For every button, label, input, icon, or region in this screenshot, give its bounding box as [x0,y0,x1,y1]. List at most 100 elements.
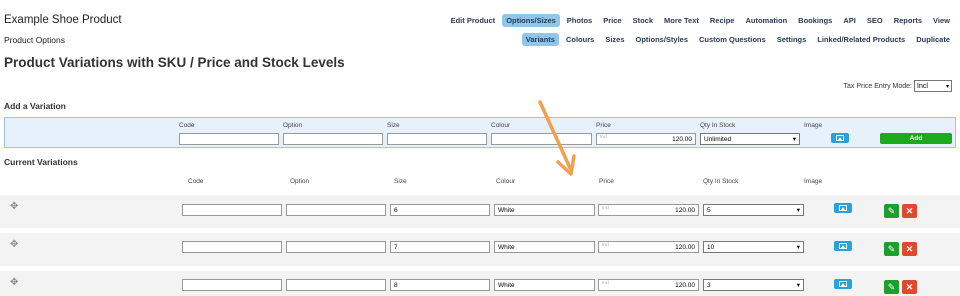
image-icon [836,135,844,141]
code-input[interactable] [182,204,282,216]
product-title: Example Shoe Product [4,14,122,26]
tab-sizes[interactable]: Sizes [601,33,628,46]
tab-view[interactable]: View [929,14,954,27]
price-value: 120.00 [675,206,695,214]
tab-colours[interactable]: Colours [562,33,598,46]
image-button[interactable] [834,241,852,251]
move-icon[interactable]: ✥ [10,239,18,250]
colour-input[interactable]: White [494,241,595,253]
image-icon [839,205,847,211]
size-input[interactable]: 8 [390,279,490,291]
tab-options-styles[interactable]: Options/Styles [632,33,693,46]
add-price-value: 120.00 [672,135,692,143]
col-header-option: Option [290,178,310,185]
add-variation-heading: Add a Variation [4,101,66,111]
chevron-down-icon: ▾ [796,244,800,251]
option-input[interactable] [286,279,386,291]
add-option-label: Option [283,122,303,129]
tab-reports[interactable]: Reports [890,14,926,27]
page-subtitle: Product Options [4,35,65,45]
tab-settings[interactable]: Settings [773,33,811,46]
add-colour-label: Colour [491,122,511,129]
edit-button[interactable]: ✎ [884,280,899,294]
add-option-input[interactable] [283,133,383,145]
col-header-code: Code [188,178,204,185]
chevron-down-icon: ▾ [796,282,800,289]
page-title: Product Variations with SKU / Price and … [4,55,345,70]
price-value: 120.00 [675,281,695,289]
edit-button[interactable]: ✎ [884,204,899,218]
size-input[interactable]: 6 [390,204,490,216]
tab-bookings[interactable]: Bookings [794,14,836,27]
add-qty-label: Qty In Stock [700,122,736,129]
tab-more-text[interactable]: More Text [660,14,703,27]
delete-button[interactable]: ✕ [902,204,917,218]
add-qty-value: Unlimited [704,135,732,143]
qty-select[interactable]: 5 ▾ [703,204,804,216]
add-variation-button[interactable]: Add [880,133,952,144]
colour-input[interactable]: White [494,204,595,216]
qty-value: 10 [707,243,715,251]
qty-select[interactable]: 3 ▾ [703,279,804,291]
price-input[interactable]: Incl 120.00 [598,279,699,291]
edit-button[interactable]: ✎ [884,242,899,256]
tax-mode-label: Tax Price Entry Mode: [843,82,912,90]
move-icon[interactable]: ✥ [10,201,18,212]
chevron-down-icon: ▾ [796,207,800,214]
colour-input[interactable]: White [494,279,595,291]
add-price-input[interactable]: Incl 120.00 [596,133,696,145]
add-code-input[interactable] [179,133,279,145]
tax-mode-value: Incl [917,82,928,90]
image-button[interactable] [834,203,852,213]
move-icon[interactable]: ✥ [10,277,18,288]
tab-photos[interactable]: Photos [563,14,596,27]
col-header-size: Size [394,178,407,185]
price-placeholder: Incl [602,242,610,247]
pencil-icon: ✎ [887,243,896,254]
price-input[interactable]: Incl 120.00 [598,204,699,216]
tax-mode-select[interactable]: Incl ▾ [914,80,952,92]
tab-stock[interactable]: Stock [629,14,657,27]
delete-button[interactable]: ✕ [902,242,917,256]
current-variations-heading: Current Variations [4,157,78,167]
qty-value: 5 [707,206,711,214]
option-input[interactable] [286,241,386,253]
add-image-label: Image [804,122,823,129]
add-qty-select[interactable]: Unlimited ▾ [700,133,800,145]
image-button[interactable] [834,279,852,289]
chevron-down-icon: ▾ [945,83,949,90]
tab-edit-product[interactable]: Edit Product [447,14,500,27]
tab-price[interactable]: Price [599,14,625,27]
tab-duplicate[interactable]: Duplicate [912,33,954,46]
option-input[interactable] [286,204,386,216]
tax-price-entry-mode: Tax Price Entry Mode: Incl ▾ [844,80,952,92]
delete-button[interactable]: ✕ [902,280,917,294]
secondary-tabs: Variants Colours Sizes Options/Styles Cu… [521,33,954,46]
add-size-input[interactable] [387,133,487,145]
close-icon: ✕ [905,205,914,216]
tab-options-sizes[interactable]: Options/Sizes [502,14,560,27]
code-input[interactable] [182,279,282,291]
col-header-price: Price [599,178,614,185]
close-icon: ✕ [905,243,914,254]
tab-automation[interactable]: Automation [741,14,791,27]
tab-api[interactable]: API [839,14,860,27]
price-placeholder: Incl [602,205,610,210]
add-variation-form: Code Option Size Colour Price Qty In Sto… [4,117,956,148]
table-row: ✥ 8 White Incl 120.00 3 ▾ ✎ ✕ [0,271,960,296]
tab-seo[interactable]: SEO [863,14,887,27]
price-input[interactable]: Incl 120.00 [598,241,699,253]
code-input[interactable] [182,241,282,253]
image-icon [839,243,847,249]
qty-select[interactable]: 10 ▾ [703,241,804,253]
add-image-button[interactable] [831,133,849,143]
tab-linked-related-products[interactable]: Linked/Related Products [813,33,909,46]
col-header-qty: Qty In Stock [703,178,739,185]
tab-custom-questions[interactable]: Custom Questions [695,33,770,46]
pencil-icon: ✎ [887,205,896,216]
tab-variants[interactable]: Variants [521,33,559,46]
size-input[interactable]: 7 [390,241,490,253]
chevron-down-icon: ▾ [792,136,796,143]
tab-recipe[interactable]: Recipe [706,14,739,27]
pencil-icon: ✎ [887,281,896,292]
